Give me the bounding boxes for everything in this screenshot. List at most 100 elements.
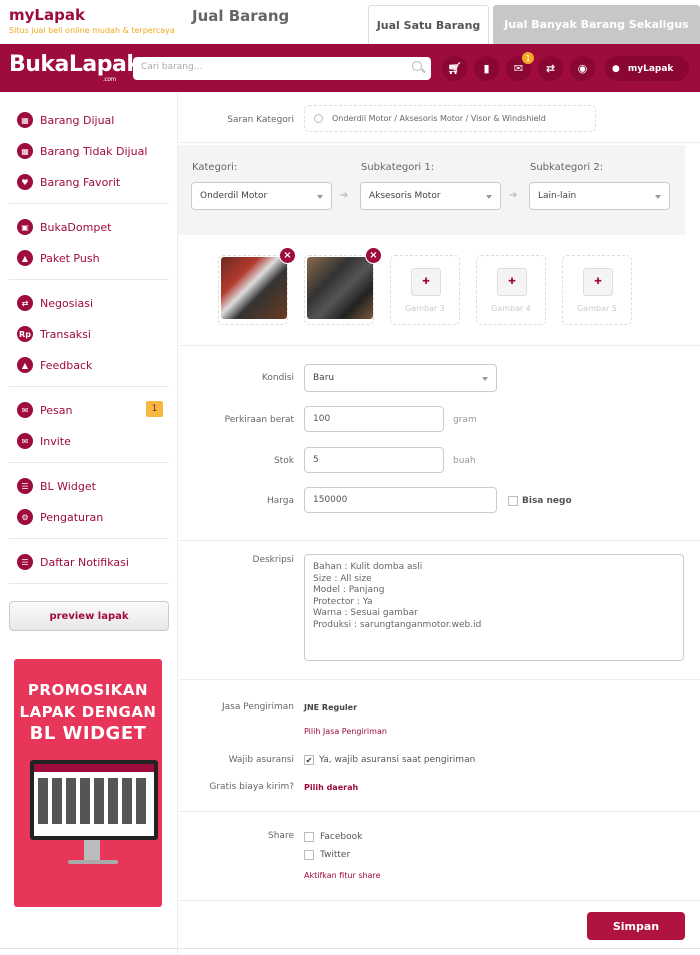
asuransi-text: Ya, wajib asuransi saat pengiriman xyxy=(319,755,476,765)
chevron-down-icon xyxy=(486,195,492,199)
bisa-nego-label: Bisa nego xyxy=(522,496,572,506)
remove-photo-2-button[interactable]: × xyxy=(365,247,382,264)
transfer-icon[interactable]: ⇄ xyxy=(538,56,563,81)
sidebar-item-barang-tidak-dijual[interactable]: ▦ Barang Tidak Dijual xyxy=(17,141,147,161)
deskripsi-textarea[interactable]: Bahan : Kulit domba asli Size : All size… xyxy=(304,554,684,661)
sidebar-item-bl-widget[interactable]: ☰ BL Widget xyxy=(17,476,96,496)
search-icon[interactable] xyxy=(412,61,422,71)
sidebar-item-barang-dijual[interactable]: ▦ Barang Dijual xyxy=(17,110,114,130)
preview-lapak-button[interactable]: preview lapak xyxy=(9,601,169,631)
pilih-jasa-pengiriman-link[interactable]: Pilih Jasa Pengiriman xyxy=(304,727,387,736)
chevron-down-icon xyxy=(482,377,488,381)
tab-jual-banyak-barang[interactable]: Jual Banyak Barang Sekaligus xyxy=(493,5,700,44)
box-off-icon: ▦ xyxy=(17,143,33,159)
image-slot-4[interactable]: ✚ Gambar 4 xyxy=(476,255,546,325)
search-input[interactable]: Cari barang... xyxy=(133,57,431,80)
kondisi-label: Kondisi xyxy=(261,373,294,383)
sidebar-item-bukadompet[interactable]: ▣ BukaDompet xyxy=(17,217,111,237)
subkategori2-select[interactable]: Lain-lain xyxy=(529,182,670,210)
sidebar-item-barang-favorit[interactable]: ♥ Barang Favorit xyxy=(17,172,120,192)
add-image-icon[interactable]: ✚ xyxy=(497,268,527,296)
sidebar-divider xyxy=(9,538,169,539)
gratis-biaya-label: Gratis biaya kirim? xyxy=(209,782,294,792)
jasa-pengiriman-value: JNE Reguler xyxy=(304,703,358,712)
gear-icon: ⚙ xyxy=(17,509,33,525)
sidebar-item-label: Paket Push xyxy=(40,251,100,265)
product-photo-1[interactable] xyxy=(221,257,287,319)
jasa-pengiriman-label: Jasa Pengiriman xyxy=(222,702,294,712)
main-header: BukaLapak .com Cari barang... 🛒︎ ▮ ✉ 1 ⇄ … xyxy=(0,44,700,92)
sidebar-item-pengaturan[interactable]: ⚙ Pengaturan xyxy=(17,507,103,527)
logo-suffix: .com xyxy=(103,76,116,83)
bisa-nego-checkbox[interactable] xyxy=(508,496,518,506)
subkategori1-value: Aksesoris Motor xyxy=(369,191,441,201)
promo-line: BL WIDGET xyxy=(29,723,147,744)
sidebar-item-paket-push[interactable]: ▲ Paket Push xyxy=(17,248,100,268)
sidebar-item-feedback[interactable]: ▲ Feedback xyxy=(17,355,92,375)
user-menu-button[interactable]: ● myLapak xyxy=(605,56,689,81)
berat-input[interactable]: 100 xyxy=(304,406,444,432)
bl-widget-promo-banner[interactable]: PROMOSIKAN LAPAK DENGAN BL WIDGET xyxy=(14,659,162,907)
kondisi-select[interactable]: Baru xyxy=(304,364,497,392)
image-slot-5[interactable]: ✚ Gambar 5 xyxy=(562,255,632,325)
user-icon: ● xyxy=(612,63,620,74)
share-label: Share xyxy=(268,831,294,841)
divider xyxy=(178,345,700,346)
asuransi-checkbox[interactable]: ✔ xyxy=(304,755,314,765)
pilih-daerah-link[interactable]: Pilih daerah xyxy=(304,783,358,792)
bookmark-icon[interactable]: ▮ xyxy=(474,56,499,81)
facebook-label: Facebook xyxy=(320,832,363,842)
chevron-down-icon xyxy=(317,195,323,199)
brand-block: myLapak Situs jual beli online mudah & t… xyxy=(0,0,178,44)
sidebar-item-label: Pengaturan xyxy=(40,510,104,524)
notification-badge: 1 xyxy=(522,52,534,64)
stok-label: Stok xyxy=(274,456,294,466)
add-image-icon[interactable]: ✚ xyxy=(411,268,441,296)
cart-icon[interactable]: 🛒︎ xyxy=(442,56,467,81)
image-slot-caption: Gambar 5 xyxy=(577,304,617,313)
sidebar-item-daftar-notifikasi[interactable]: ☰ Daftar Notifikasi xyxy=(17,552,129,572)
sidebar-item-negosiasi[interactable]: ⇄ Negosiasi xyxy=(17,293,93,313)
kategori-label: Kategori: xyxy=(192,162,238,173)
kategori-select[interactable]: Onderdil Motor xyxy=(191,182,332,210)
add-image-icon[interactable]: ✚ xyxy=(583,268,613,296)
sidebar-item-invite[interactable]: ✉ Invite xyxy=(17,431,71,451)
stok-input[interactable]: 5 xyxy=(304,447,444,473)
heart-icon: ♥ xyxy=(17,174,33,190)
sidebar-item-label: Feedback xyxy=(40,358,93,372)
divider xyxy=(178,142,700,143)
bukalapak-logo[interactable]: BukaLapak .com xyxy=(9,52,141,83)
twitter-label: Twitter xyxy=(320,850,351,860)
divider xyxy=(178,540,700,541)
image-slot-3[interactable]: ✚ Gambar 3 xyxy=(390,255,460,325)
product-photo-2[interactable] xyxy=(307,257,373,319)
sidebar-item-label: Pesan xyxy=(40,403,73,417)
saran-kategori-text: Onderdil Motor / Aksesoris Motor / Visor… xyxy=(332,114,546,123)
subkategori1-label: Subkategori 1: xyxy=(361,162,435,173)
radio-icon[interactable] xyxy=(314,114,323,123)
brand-name[interactable]: myLapak xyxy=(9,6,85,24)
promo-line: PROMOSIKAN xyxy=(27,681,149,699)
image-slot-caption: Gambar 3 xyxy=(405,304,445,313)
list-icon: ☰ xyxy=(17,554,33,570)
divider xyxy=(178,811,700,812)
subkategori1-select[interactable]: Aksesoris Motor xyxy=(360,182,501,210)
aktifkan-fitur-share-link[interactable]: Aktifkan fitur share xyxy=(304,871,381,880)
save-button[interactable]: Simpan xyxy=(587,912,685,940)
sidebar-item-pesan[interactable]: ✉ Pesan xyxy=(17,400,72,420)
twitter-checkbox[interactable] xyxy=(304,850,314,860)
remove-photo-1-button[interactable]: × xyxy=(279,247,296,264)
arrow-right-icon: ➔ xyxy=(340,190,349,201)
saran-kategori-label: Saran Kategori xyxy=(227,115,294,125)
monitor-illustration xyxy=(30,760,158,840)
sidebar-item-transaksi[interactable]: Rp Transaksi xyxy=(17,324,91,344)
facebook-checkbox[interactable] xyxy=(304,832,314,842)
sidebar-item-label: BL Widget xyxy=(40,479,96,493)
saran-kategori-option[interactable]: Onderdil Motor / Aksesoris Motor / Visor… xyxy=(304,105,596,132)
sidebar-divider xyxy=(9,462,169,463)
tab-jual-satu-barang[interactable]: Jual Satu Barang xyxy=(368,5,489,44)
sidebar-item-label: Barang Dijual xyxy=(40,113,115,127)
kategori-value: Onderdil Motor xyxy=(200,191,268,201)
camera-icon[interactable]: ◉ xyxy=(570,56,595,81)
harga-input[interactable]: 150000 xyxy=(304,487,497,513)
